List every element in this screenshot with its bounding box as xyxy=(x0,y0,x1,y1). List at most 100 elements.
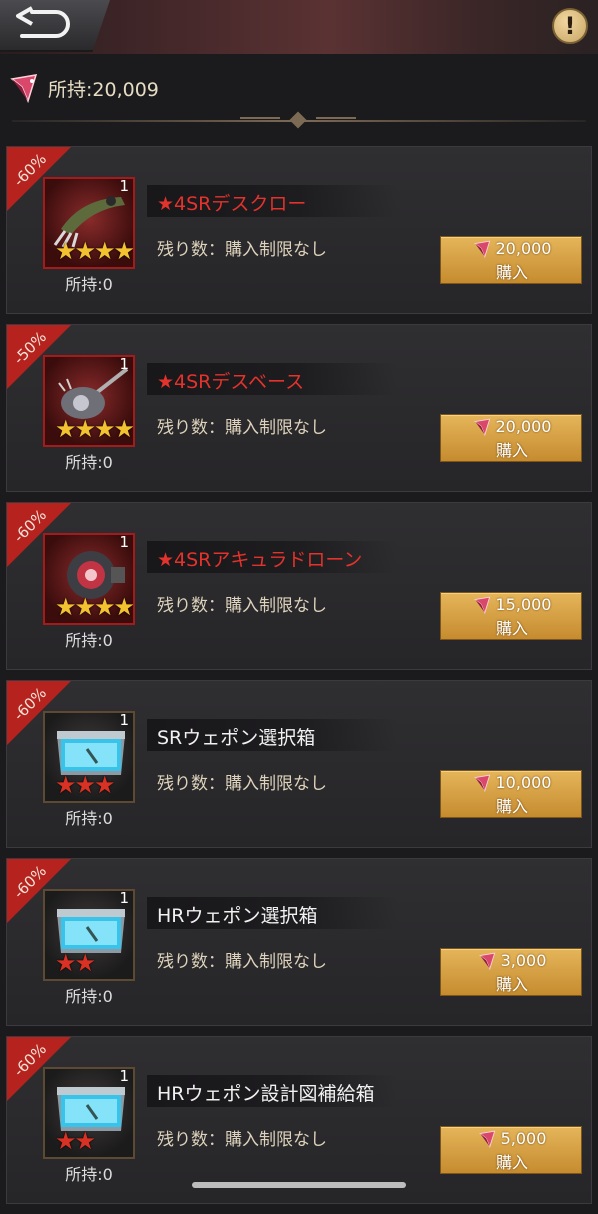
rarity-star-icon: ★ xyxy=(74,237,97,265)
purchase-limit-text: 残り数：購入制限なし xyxy=(157,418,327,438)
home-indicator[interactable] xyxy=(192,1182,406,1188)
item-quantity: 1 xyxy=(119,1067,129,1085)
owned-count: 所持:0 xyxy=(65,631,113,650)
item-quantity: 1 xyxy=(119,711,129,729)
price-row: 3,000 xyxy=(441,951,583,970)
item-name: ★4SRデスベース xyxy=(157,371,305,393)
rarity-stars: ★ ★ ★ ★ xyxy=(55,417,133,441)
owned-count: 所持:0 xyxy=(65,275,113,294)
owned-count: 所持:0 xyxy=(65,809,113,828)
owned-count: 所持:0 xyxy=(65,453,113,472)
rarity-star-icon: ★ xyxy=(55,771,77,799)
red-gem-icon xyxy=(473,596,490,614)
shop-item-card: -50% 1 ★ ★ ★ ★ 所持:0 ★4SRデスベース 残り数：購入制限なし 20,000 購入 xyxy=(6,324,592,492)
owned-count: 所持:0 xyxy=(65,1165,113,1184)
exclamation-icon: ! xyxy=(564,12,576,40)
item-thumbnail[interactable]: 1 ★ ★ xyxy=(43,1067,135,1159)
price-value: 15,000 xyxy=(495,595,552,614)
back-arrow-icon xyxy=(16,6,70,38)
price-value: 20,000 xyxy=(495,417,552,436)
buy-button[interactable]: 5,000 購入 xyxy=(440,1126,582,1174)
item-name: ★4SRアキュラドローン xyxy=(157,549,363,571)
price-value: 5,000 xyxy=(500,1129,547,1148)
red-gem-icon xyxy=(10,74,38,103)
shop-item-card: -60% 1 ★ ★ ★ ★ 所持:0 ★4SRデスクロー 残り数：購入制限なし 20,000 購入 xyxy=(6,146,592,314)
rarity-star-icon: ★ xyxy=(55,237,77,265)
item-name: HRウェポン選択箱 xyxy=(157,905,318,927)
rarity-star-icon: ★ xyxy=(113,593,135,621)
purchase-limit-text: 残り数：購入制限なし xyxy=(157,1130,327,1150)
red-gem-icon xyxy=(473,418,490,436)
currency-display: 所持:20,009 xyxy=(10,70,159,106)
buy-button[interactable]: 20,000 購入 xyxy=(440,414,582,462)
rarity-stars: ★ ★ ★ ★ xyxy=(55,595,133,619)
price-value: 10,000 xyxy=(495,773,552,792)
rarity-star-icon: ★ xyxy=(94,593,116,621)
item-thumbnail[interactable]: 1 ★ ★ ★ ★ xyxy=(43,355,135,447)
price-row: 5,000 xyxy=(441,1129,583,1148)
shop-item-card: -60% 1 ★ ★ 所持:0 HRウェポン設計図補給箱 残り数：購入制限なし 5,000 購入 xyxy=(6,1036,592,1204)
purchase-limit-text: 残り数：購入制限なし xyxy=(157,952,327,972)
buy-label: 購入 xyxy=(495,975,528,994)
buy-button[interactable]: 3,000 購入 xyxy=(440,948,582,996)
divider-ornament-left xyxy=(240,117,280,125)
section-divider xyxy=(12,111,586,129)
owned-count: 所持:0 xyxy=(65,987,113,1006)
item-thumbnail[interactable]: 1 ★ ★ xyxy=(43,889,135,981)
rarity-star-icon: ★ xyxy=(74,771,97,799)
red-gem-icon xyxy=(473,240,490,258)
purchase-limit-text: 残り数：購入制限なし xyxy=(157,774,327,794)
price-row: 20,000 xyxy=(441,417,583,436)
purchase-limit-text: 残り数：購入制限なし xyxy=(157,596,327,616)
buy-button[interactable]: 10,000 購入 xyxy=(440,770,582,818)
price-row: 20,000 xyxy=(441,239,583,258)
price-row: 10,000 xyxy=(441,773,583,792)
rarity-star-icon: ★ xyxy=(94,771,116,799)
buy-label: 購入 xyxy=(495,263,528,282)
rarity-star-icon: ★ xyxy=(74,593,97,621)
rarity-star-icon: ★ xyxy=(94,415,116,443)
price-row: 15,000 xyxy=(441,595,583,614)
rarity-stars: ★ ★ ★ xyxy=(55,771,116,799)
item-name: ★4SRデスクロー xyxy=(157,193,307,215)
rarity-stars: ★ ★ xyxy=(55,949,97,977)
shop-item-card: -60% 1 ★ ★ ★ ★ 所持:0 ★4SRアキュラドローン 残り数：購入制限なし 15,00… xyxy=(6,502,592,670)
item-thumbnail[interactable]: 1 ★ ★ ★ ★ xyxy=(43,177,135,269)
item-thumbnail[interactable]: 1 ★ ★ ★ ★ xyxy=(43,533,135,625)
top-bar: ! xyxy=(0,0,598,54)
buy-button[interactable]: 20,000 購入 xyxy=(440,236,582,284)
rarity-star-icon: ★ xyxy=(55,949,77,977)
rarity-star-icon: ★ xyxy=(74,415,97,443)
item-name: SRウェポン選択箱 xyxy=(157,727,316,749)
back-button[interactable] xyxy=(0,0,110,52)
item-name: HRウェポン設計図補給箱 xyxy=(157,1083,375,1105)
currency-amount: 所持:20,009 xyxy=(48,78,159,101)
rarity-star-icon: ★ xyxy=(113,237,135,265)
shop-item-card: -60% 1 ★ ★ 所持:0 HRウェポン選択箱 残り数：購入制限なし 3,000 購入 xyxy=(6,858,592,1026)
red-gem-icon xyxy=(473,774,490,792)
rarity-stars: ★ ★ xyxy=(55,1127,97,1155)
item-thumbnail[interactable]: 1 ★ ★ ★ xyxy=(43,711,135,803)
price-value: 3,000 xyxy=(500,951,547,970)
rarity-star-icon: ★ xyxy=(55,415,77,443)
item-quantity: 1 xyxy=(119,889,129,907)
rarity-star-icon: ★ xyxy=(74,949,97,977)
rarity-stars: ★ ★ ★ ★ xyxy=(55,239,133,263)
shop-item-card: -60% 1 ★ ★ ★ 所持:0 SRウェポン選択箱 残り数：購入制限なし 10,000 購入 xyxy=(6,680,592,848)
item-quantity: 1 xyxy=(119,533,129,551)
shop-item-list: -60% 1 ★ ★ ★ ★ 所持:0 ★4SRデスクロー 残り数：購入制限なし 20,000 購入… xyxy=(6,146,592,1214)
price-value: 20,000 xyxy=(495,239,552,258)
info-button[interactable]: ! xyxy=(552,8,588,44)
rarity-star-icon: ★ xyxy=(94,237,116,265)
red-gem-icon xyxy=(478,952,495,970)
rarity-star-icon: ★ xyxy=(74,1127,97,1155)
rarity-star-icon: ★ xyxy=(55,593,77,621)
divider-ornament-right xyxy=(316,117,356,125)
item-quantity: 1 xyxy=(119,355,129,373)
purchase-limit-text: 残り数：購入制限なし xyxy=(157,240,327,260)
buy-label: 購入 xyxy=(495,619,528,638)
rarity-star-icon: ★ xyxy=(55,1127,77,1155)
buy-button[interactable]: 15,000 購入 xyxy=(440,592,582,640)
buy-label: 購入 xyxy=(495,1153,528,1172)
buy-label: 購入 xyxy=(495,441,528,460)
